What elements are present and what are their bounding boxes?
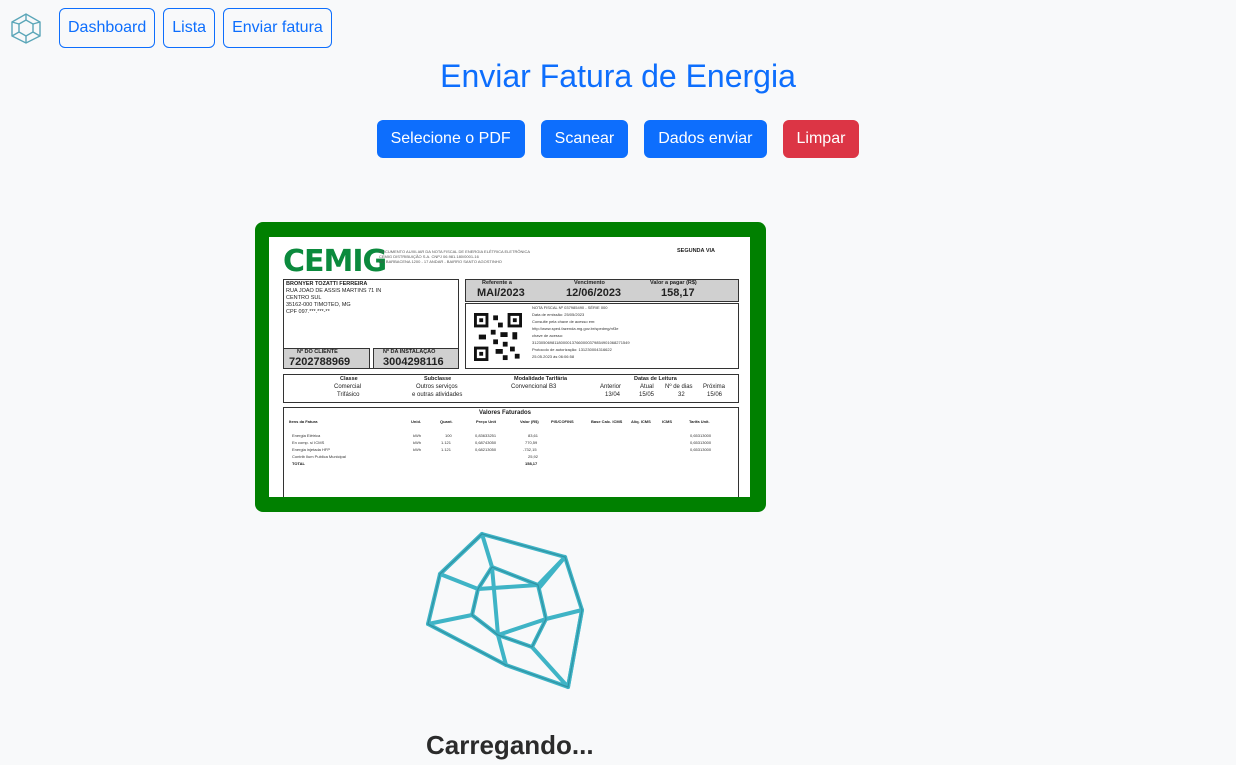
nf-line: 25.05.2023 às 06:06:58 (532, 354, 575, 359)
billed-cell: 0,65313000 (690, 447, 712, 452)
action-bar: Selecione o PDF Scanear Dados enviar Lim… (0, 120, 1236, 158)
client-number: 7202788969 (289, 356, 351, 368)
customer-address-line: 35162-000 TIMOTEO, MG (286, 302, 351, 308)
clear-button[interactable]: Limpar (782, 120, 860, 158)
billed-cell: En comp. s/ ICMS (292, 440, 325, 445)
top-nav: Dashboard Lista Enviar fatura (8, 8, 340, 48)
billed-cell: 0,83633251 (475, 433, 497, 438)
reading-value: 13/04 (605, 392, 621, 398)
nf-line: Consulte pela chave de acesso em: (532, 319, 596, 324)
tariff-value: Convencional B3 (511, 384, 557, 390)
customer-name: BRONYER TOZATTI FERREIRA (286, 281, 368, 287)
billed-cell: 83,61 (528, 433, 539, 438)
invoice-document: CEMIG DOCUMENTO AUXILIAR DA NOTA FISCAL … (269, 237, 750, 497)
qr-code-icon (474, 313, 522, 361)
billed-total-value: 158,17 (525, 461, 538, 466)
send-data-button[interactable]: Dados enviar (644, 120, 767, 158)
invoice-preview-frame: CEMIG DOCUMENTO AUXILIAR DA NOTA FISCAL … (255, 222, 766, 512)
billed-cell: Energia injetada HFP (292, 447, 331, 452)
reading-col-label: Nº de dias (665, 384, 693, 390)
select-pdf-button[interactable]: Selecione o PDF (376, 120, 525, 158)
nav-lista-button[interactable]: Lista (163, 8, 216, 48)
class-value: Comercial (334, 384, 362, 390)
reading-value: 32 (678, 392, 685, 398)
nf-line: http://www.sped.fazenda.mg.gov.br/spedmg… (532, 326, 619, 331)
nf-line: NOTA FISCAL Nº 037985490 - SÉRIE 000 (532, 305, 608, 310)
billed-header: Base Calc. ICMS (591, 419, 623, 424)
nf-line: Data de emissão: 25/05/2023 (532, 312, 585, 317)
nf-line: 3123050698118000013766000037985490106827… (532, 340, 630, 345)
subclass-value: e outras atividades (412, 392, 463, 398)
billed-cell: 0,68743050 (475, 440, 497, 445)
customer-address-line: RUA JOAO DE ASSIS MARTINS 71 IN (286, 288, 382, 294)
billed-title: Valores Faturados (479, 410, 532, 416)
nav-dashboard-button[interactable]: Dashboard (59, 8, 156, 48)
billed-header: Quant. (440, 419, 453, 424)
installation-label: Nº DA INSTALAÇÃO (383, 349, 436, 355)
subclass-label: Subclasse (424, 376, 452, 382)
billed-header: PIS/COFINS (551, 419, 574, 424)
billed-cell: kWh (413, 447, 421, 452)
customer-cpf: CPF 097.***.***-** (286, 309, 330, 315)
amount-label: Valor a pagar (R$) (650, 280, 697, 286)
billed-header: ICMS (662, 419, 672, 424)
nf-line: Protocolo de autorização: 13123000431662… (532, 347, 612, 352)
billed-cell: Energia Elétrica (292, 433, 321, 438)
amount-value: 158,17 (661, 287, 695, 299)
page-title: Enviar Fatura de Energia (440, 58, 796, 94)
billed-header: Alíq. ICMS (631, 419, 651, 424)
cemig-logo: CEMIG (283, 244, 387, 279)
copy-label: SEGUNDA VIA (677, 248, 715, 254)
nav-enviar-fatura-button[interactable]: Enviar fatura (223, 8, 332, 48)
due-value: 12/06/2023 (566, 287, 622, 299)
tariff-label: Modalidade Tarifária (514, 376, 568, 382)
billed-cell: 770,59 (525, 440, 538, 445)
reading-label: Datas de Leitura (634, 376, 677, 382)
billed-cell: 0,65313000 (690, 433, 712, 438)
billed-cell: 1.121 (441, 440, 452, 445)
billed-cell: Contrib Ilum Publica Municipal (292, 454, 346, 459)
nf-line: chave de acesso: (532, 333, 564, 338)
billed-cell: 1.121 (441, 447, 452, 452)
installation-number: 3004298116 (383, 356, 444, 368)
class-label: Classe (340, 376, 358, 382)
loading-status-text: Carregando... (426, 730, 594, 760)
qr-code-area (467, 305, 527, 367)
hypercube-logo-icon[interactable] (8, 10, 44, 46)
billed-cell: 0,65313000 (690, 440, 712, 445)
customer-address-line: CENTRO SUL (286, 295, 322, 301)
reading-col-label: Atual (640, 384, 654, 390)
scan-button[interactable]: Scanear (540, 120, 629, 158)
billed-header: Valor (R$) (520, 419, 539, 424)
reading-col-label: Anterior (600, 384, 622, 390)
billed-cell: kWh (413, 440, 421, 445)
reading-value: 15/06 (707, 392, 723, 398)
billed-cell: 0,68213050 (475, 447, 497, 452)
billed-header: Unid. (411, 419, 421, 424)
invoice-header-fineprint: AV. BARBACENA 1200 - 17 ANDAR - BAIRRO S… (379, 259, 502, 264)
hypercube-spinner-icon (426, 532, 584, 689)
billed-header: Tarifa Unit. (689, 419, 710, 424)
billed-cell: 25,92 (528, 454, 539, 459)
reading-value: 15/05 (639, 392, 655, 398)
billed-header: Itens da Fatura (289, 419, 318, 424)
billed-cell: 100 (445, 433, 452, 438)
billed-cell: -732,15 (523, 447, 537, 452)
reference-value: MAI/2023 (477, 287, 525, 299)
subclass-value: Outros serviços (416, 384, 458, 390)
client-number-label: Nº DO CLIENTE (297, 349, 338, 355)
billed-header: Preço Unit (476, 419, 497, 424)
class-value: Trifásico (337, 392, 360, 398)
billed-cell: kWh (413, 433, 421, 438)
reading-col-label: Próxima (703, 384, 726, 390)
reference-label: Referente a (482, 280, 512, 286)
billed-total-label: TOTAL (292, 461, 305, 466)
due-label: Vencimento (574, 280, 605, 286)
